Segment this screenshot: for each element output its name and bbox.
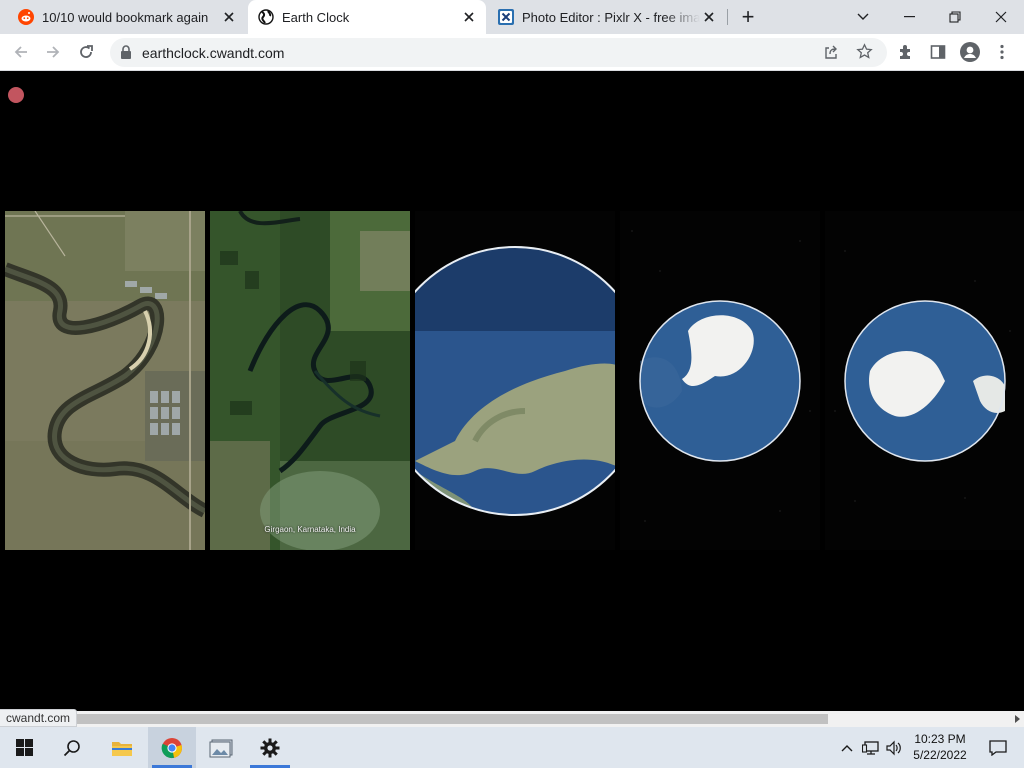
side-panel-icon [930,45,946,59]
globe-panel-far-1 [620,211,820,550]
chrome-taskbar-button[interactable] [148,727,196,768]
minimize-icon [903,16,915,18]
bookmark-star-icon[interactable] [856,43,873,60]
tab-separator [727,9,728,25]
globe-panel-near [415,211,615,550]
clock-date: 5/22/2022 [913,748,967,762]
minimize-button[interactable] [886,0,932,34]
scrollbar-thumb[interactable] [75,714,828,724]
restore-icon [949,11,961,23]
clock-time: 10:23 PM [914,732,966,746]
photos-icon [209,739,233,757]
close-tab-icon[interactable] [220,8,238,26]
settings-icon [260,738,280,757]
reload-button[interactable] [71,37,101,67]
file-explorer-icon [112,741,132,756]
screen: 10/10 would bookmark again Earth Clock P… [0,0,1024,768]
close-icon [995,11,1007,23]
tab-pixlr[interactable]: Photo Editor : Pixlr X - free image [488,0,726,34]
horizontal-scrollbar[interactable] [0,711,1024,727]
scroll-right-icon[interactable] [1015,715,1020,723]
menu-button[interactable] [987,37,1017,67]
tab-earth-clock[interactable]: Earth Clock [248,0,486,34]
kebab-menu-icon [1000,44,1004,60]
close-window-button[interactable] [978,0,1024,34]
tab-strip: 10/10 would bookmark again Earth Clock P… [0,0,1024,34]
network-icon [862,740,879,755]
pixlr-icon [498,9,514,25]
location-label: Girgaon, Karnataka, India [264,525,356,534]
reload-icon [80,45,93,58]
arrow-right-icon [47,46,60,58]
chevron-down-icon [857,13,869,20]
globe-panel-far-2 [825,211,1024,550]
close-tab-icon[interactable] [460,8,478,26]
arrow-left-icon [14,46,27,58]
url-text: earthclock.cwandt.com [142,45,285,61]
extensions-button[interactable] [891,37,921,67]
chrome-icon [161,737,182,758]
restore-button[interactable] [932,0,978,34]
start-button[interactable] [0,727,48,768]
notifications-button[interactable] [978,727,1018,768]
satellite-panel-closeup [5,211,205,550]
tab-title: Photo Editor : Pixlr X - free image [522,9,700,25]
share-icon[interactable] [823,44,839,60]
network-button[interactable] [860,727,882,768]
avatar-icon [960,42,980,62]
plus-icon: + [741,4,755,29]
globe-icon [258,9,274,25]
search-button[interactable] [48,727,96,768]
forward-button[interactable] [38,37,68,67]
photos-taskbar-button[interactable] [197,727,245,768]
chevron-up-icon [841,744,853,751]
back-button[interactable] [6,37,36,67]
taskbar-clock[interactable]: 10:23 PM 5/22/2022 [902,731,978,763]
globe-far-image-1 [631,230,811,522]
tab-reddit[interactable]: 10/10 would bookmark again [8,0,246,34]
file-explorer-button[interactable] [98,727,146,768]
lock-icon [121,45,131,59]
satellite-image-river-region [210,211,410,550]
earth-clock-page: Girgaon, Karnataka, India [0,71,1024,711]
record-indicator-icon[interactable] [8,87,24,103]
windows-start-icon [15,739,33,756]
satellite-image-river-closeup [5,211,205,550]
settings-taskbar-button[interactable] [246,727,294,768]
windows-taskbar: 10:23 PM 5/22/2022 [0,727,1024,768]
tab-title: 10/10 would bookmark again [42,9,209,25]
globe-far-image-2 [834,250,1011,502]
profile-button[interactable] [955,37,985,67]
search-icon [63,739,80,756]
tab-search-button[interactable] [840,0,886,34]
satellite-panel-region: Girgaon, Karnataka, India [210,211,410,550]
show-hidden-icons-button[interactable] [837,727,857,768]
reddit-icon [18,9,34,25]
notification-icon [989,739,1007,756]
puzzle-icon [900,45,910,59]
new-tab-button[interactable]: + [732,0,764,34]
browser-toolbar: earthclock.cwandt.com [0,34,1024,71]
close-tab-icon[interactable] [700,8,718,26]
address-bar[interactable]: earthclock.cwandt.com [110,38,887,67]
link-status-bubble: cwandt.com [0,709,78,727]
globe-near-image [415,246,615,516]
tab-title: Earth Clock [282,9,350,25]
volume-button[interactable] [884,727,904,768]
speaker-icon [886,740,901,755]
side-panel-button[interactable] [923,37,953,67]
